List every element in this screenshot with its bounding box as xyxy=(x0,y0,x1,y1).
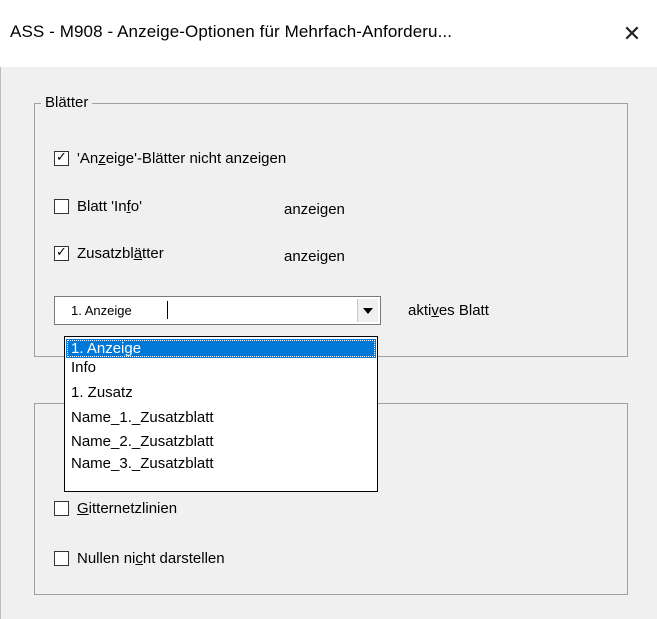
dropdown-option[interactable]: Name_2._Zusatzblatt xyxy=(66,432,376,451)
extra-sheets-checkbox[interactable]: ✓ Zusatzblätter xyxy=(54,245,164,262)
gridlines-label: Gitternetzlinien xyxy=(77,500,178,517)
extra-sheets-suffix: anzeigen xyxy=(284,248,345,265)
text-caret xyxy=(167,301,168,319)
hide-zeros-checkbox[interactable]: Nullen nicht darstellen xyxy=(54,550,225,567)
hide-display-sheets-checkbox[interactable]: ✓ 'Anzeige'-Blätter nicht anzeigen xyxy=(54,150,286,167)
check-icon: ✓ xyxy=(56,245,67,260)
hide-display-sheets-label: 'Anzeige'-Blätter nicht anzeigen xyxy=(77,150,287,167)
checkbox-box[interactable] xyxy=(54,551,69,566)
dropdown-option[interactable]: 1. Anzeige xyxy=(66,339,376,358)
window-border xyxy=(0,67,1,619)
sheets-group-legend: Blätter xyxy=(41,94,93,111)
dropdown-option[interactable]: Info xyxy=(66,358,376,377)
gridlines-checkbox[interactable]: Gitternetzlinien xyxy=(54,500,177,517)
title-bar: ASS - M908 - Anzeige-Optionen für Mehrfa… xyxy=(0,0,657,67)
sheet-info-suffix: anzeigen xyxy=(284,201,345,218)
sheet-info-checkbox[interactable]: Blatt 'Info' xyxy=(54,198,142,215)
active-sheet-label: aktives Blatt xyxy=(408,302,489,319)
active-sheet-dropdown-list: 1. Anzeige Info 1. Zusatz Name_1._Zusatz… xyxy=(64,336,378,492)
active-sheet-combobox[interactable]: 1. Anzeige xyxy=(54,296,381,325)
checkbox-box[interactable]: ✓ xyxy=(54,245,69,261)
checkbox-box[interactable] xyxy=(54,501,69,516)
checkbox-box[interactable]: ✓ xyxy=(54,150,69,166)
active-sheet-value[interactable]: 1. Anzeige xyxy=(71,303,132,318)
dropdown-option[interactable]: Name_1._Zusatzblatt xyxy=(66,408,376,427)
dropdown-button[interactable] xyxy=(357,299,378,322)
dropdown-option[interactable]: 1. Zusatz xyxy=(66,383,376,402)
close-icon[interactable]: ✕ xyxy=(616,18,648,50)
extra-sheets-label: Zusatzblätter xyxy=(77,245,164,262)
checkbox-box[interactable] xyxy=(54,199,69,214)
chevron-down-icon xyxy=(363,308,373,314)
check-icon: ✓ xyxy=(56,150,67,165)
hide-zeros-label: Nullen nicht darstellen xyxy=(77,550,225,567)
window-title: ASS - M908 - Anzeige-Optionen für Mehrfa… xyxy=(10,22,453,41)
dropdown-option[interactable]: Name_3._Zusatzblatt xyxy=(66,454,376,473)
sheet-info-label: Blatt 'Info' xyxy=(77,198,142,215)
